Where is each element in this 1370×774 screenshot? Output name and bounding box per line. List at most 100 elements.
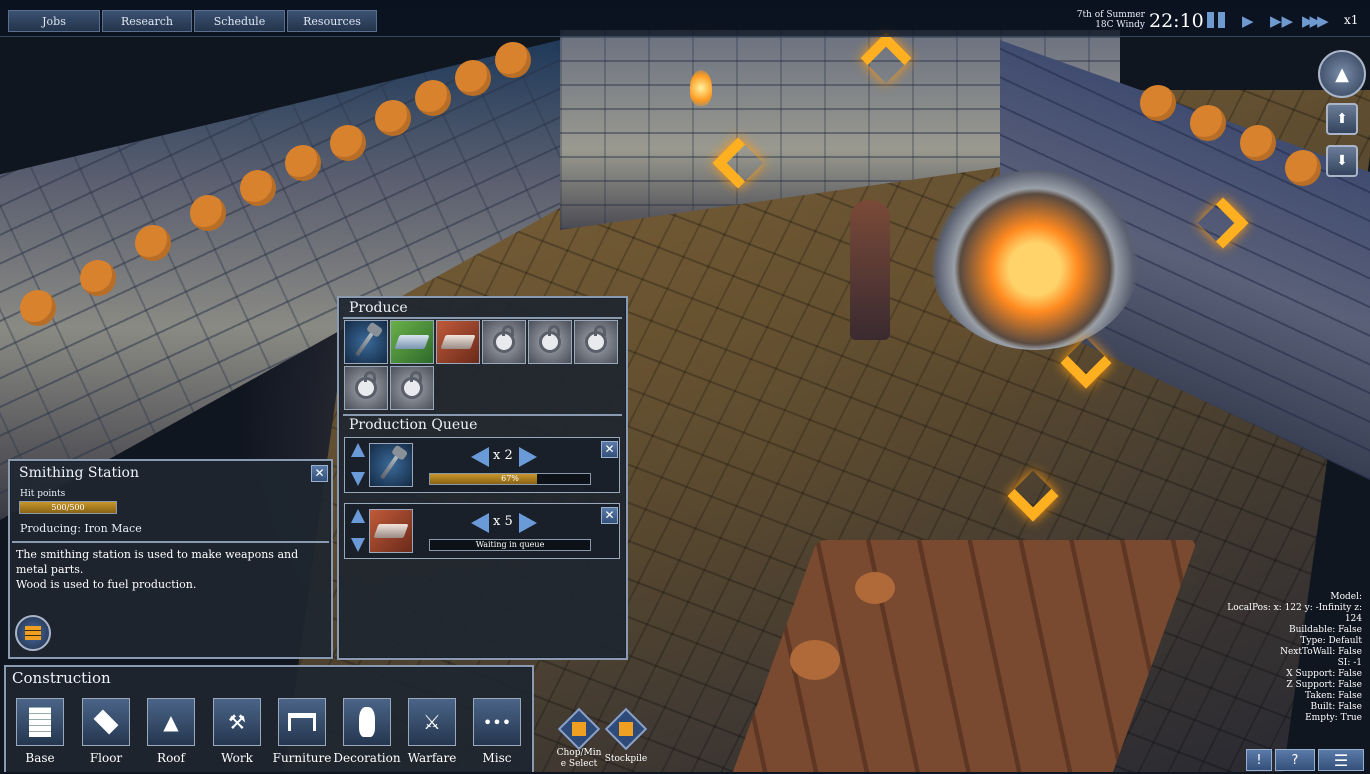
remove-queue-item-button[interactable]: ✕	[601, 507, 618, 524]
stool[interactable]	[790, 640, 840, 680]
lock-icon	[493, 325, 515, 353]
bunting-flag	[1240, 125, 1276, 161]
tab-schedule[interactable]: Schedule	[194, 10, 285, 32]
divider	[343, 414, 622, 416]
bunting-flag	[1190, 105, 1226, 141]
recipe-locked[interactable]	[344, 366, 388, 410]
recipe-locked[interactable]	[528, 320, 572, 364]
deconstruct-button[interactable]	[15, 615, 51, 651]
speed-indicator: x1	[1344, 13, 1359, 27]
bunting-flag	[285, 145, 321, 181]
table-icon	[288, 713, 316, 731]
debug-line: Buildable: False	[1289, 625, 1362, 635]
debug-line: LocalPos: x: 122 y: -Infinity z:	[1227, 603, 1362, 613]
fast-forward-icon: ▶▶	[1270, 12, 1294, 30]
debug-line: X Support: False	[1286, 669, 1362, 679]
stockpile-icon	[619, 722, 633, 736]
ingot-icon	[394, 335, 430, 349]
construction-label: Work	[221, 751, 253, 765]
pause-button[interactable]	[1207, 12, 1225, 30]
description-line: The smithing station is used to make wea…	[16, 548, 299, 576]
torch-flame	[690, 70, 712, 106]
increase-quantity-button[interactable]	[519, 513, 537, 533]
move-up-button[interactable]	[351, 509, 365, 523]
layer-up-button[interactable]: ⬆	[1326, 103, 1358, 135]
hit-points-bar: 500/500	[19, 501, 117, 514]
produce-panel: Produce Production Queue x 2 67% ✕ x 5 W…	[337, 296, 628, 660]
play-icon: ▶	[1242, 12, 1254, 30]
smith-character[interactable]	[850, 200, 890, 340]
mace-icon	[380, 450, 402, 480]
recipe-locked[interactable]	[482, 320, 526, 364]
tab-resources[interactable]: Resources	[287, 10, 377, 32]
progress-bar: 67%	[429, 473, 591, 485]
help-button[interactable]: ?	[1275, 749, 1315, 771]
hit-points-label: Hit points	[20, 489, 66, 499]
recipe-ingot[interactable]	[390, 320, 434, 364]
debug-line: 124	[1344, 614, 1362, 624]
construction-misc-button[interactable]: •••	[473, 698, 521, 746]
fast-forward-button[interactable]: ▶▶	[1270, 12, 1293, 30]
move-down-button[interactable]	[351, 538, 365, 552]
divider	[12, 541, 329, 543]
layer-down-button[interactable]: ⬇	[1326, 145, 1358, 177]
pause-icon	[1207, 12, 1214, 28]
increase-quantity-button[interactable]	[519, 447, 537, 467]
lock-icon	[585, 325, 607, 353]
alert-button[interactable]: !	[1246, 749, 1272, 771]
main-menu-button[interactable]: ☰	[1318, 749, 1364, 771]
queue-quantity: x 2	[493, 448, 513, 463]
fastest-forward-button[interactable]: ▶▶▶	[1302, 12, 1329, 30]
tab-research[interactable]: Research	[102, 10, 192, 32]
station-description: The smithing station is used to make wea…	[16, 547, 328, 592]
game-clock: 22:10	[1149, 10, 1204, 32]
construction-base-button[interactable]	[16, 698, 64, 746]
date-weather: 7th of Summer 18C Windy	[1070, 10, 1145, 30]
move-down-button[interactable]	[351, 472, 365, 486]
roof-icon: ▲	[163, 710, 179, 734]
bunting-flag	[135, 225, 171, 261]
debug-line: Model:	[1330, 592, 1362, 602]
debug-line: Built: False	[1310, 702, 1363, 712]
mountain-view-button[interactable]: ▲	[1318, 50, 1366, 98]
metal-bar-icon	[373, 524, 409, 538]
debug-info: Model: LocalPos: x: 122 y: -Infinity z: …	[1227, 592, 1362, 724]
debug-line: Type: Default	[1300, 636, 1362, 646]
bunting-flag	[1285, 150, 1321, 186]
queue-item: x 2 67% ✕	[344, 437, 620, 493]
move-up-button[interactable]	[351, 443, 365, 457]
construction-roof-button[interactable]: ▲	[147, 698, 195, 746]
recipe-locked[interactable]	[574, 320, 618, 364]
queue-item-icon	[369, 443, 413, 487]
recipe-iron-mace[interactable]	[344, 320, 388, 364]
play-button[interactable]: ▶	[1242, 12, 1254, 30]
recipe-metal-bar[interactable]	[436, 320, 480, 364]
construction-furniture-button[interactable]	[278, 698, 326, 746]
construction-work-button[interactable]: ⚒	[213, 698, 261, 746]
description-line: Wood is used to fuel production.	[16, 578, 197, 591]
weather-text: 18C Windy	[1095, 20, 1145, 30]
forge-fire[interactable]	[930, 170, 1140, 350]
queue-item-icon	[369, 509, 413, 553]
construction-decoration-button[interactable]	[343, 698, 391, 746]
tab-jobs[interactable]: Jobs	[8, 10, 100, 32]
close-icon: ✕	[314, 466, 325, 480]
mace-icon	[355, 327, 377, 357]
close-station-button[interactable]: ✕	[311, 465, 328, 482]
bunting-flag	[455, 60, 491, 96]
construction-warfare-button[interactable]: ⚔	[408, 698, 456, 746]
decrease-quantity-button[interactable]	[471, 513, 489, 533]
decrease-quantity-button[interactable]	[471, 447, 489, 467]
bunting-flag	[375, 100, 411, 136]
anvil-icon: ⚒	[228, 710, 246, 734]
lock-icon	[401, 371, 423, 399]
remove-queue-item-button[interactable]: ✕	[601, 441, 618, 458]
stool[interactable]	[855, 572, 895, 604]
layer-down-icon: ⬇	[1336, 153, 1348, 169]
station-panel: Smithing Station ✕ Hit points Producing:…	[8, 459, 333, 659]
recipe-locked[interactable]	[390, 366, 434, 410]
date-text: 7th of Summer	[1076, 10, 1145, 20]
construction-floor-button[interactable]	[82, 698, 130, 746]
base-icon	[29, 707, 51, 737]
construction-title: Construction	[12, 669, 111, 687]
